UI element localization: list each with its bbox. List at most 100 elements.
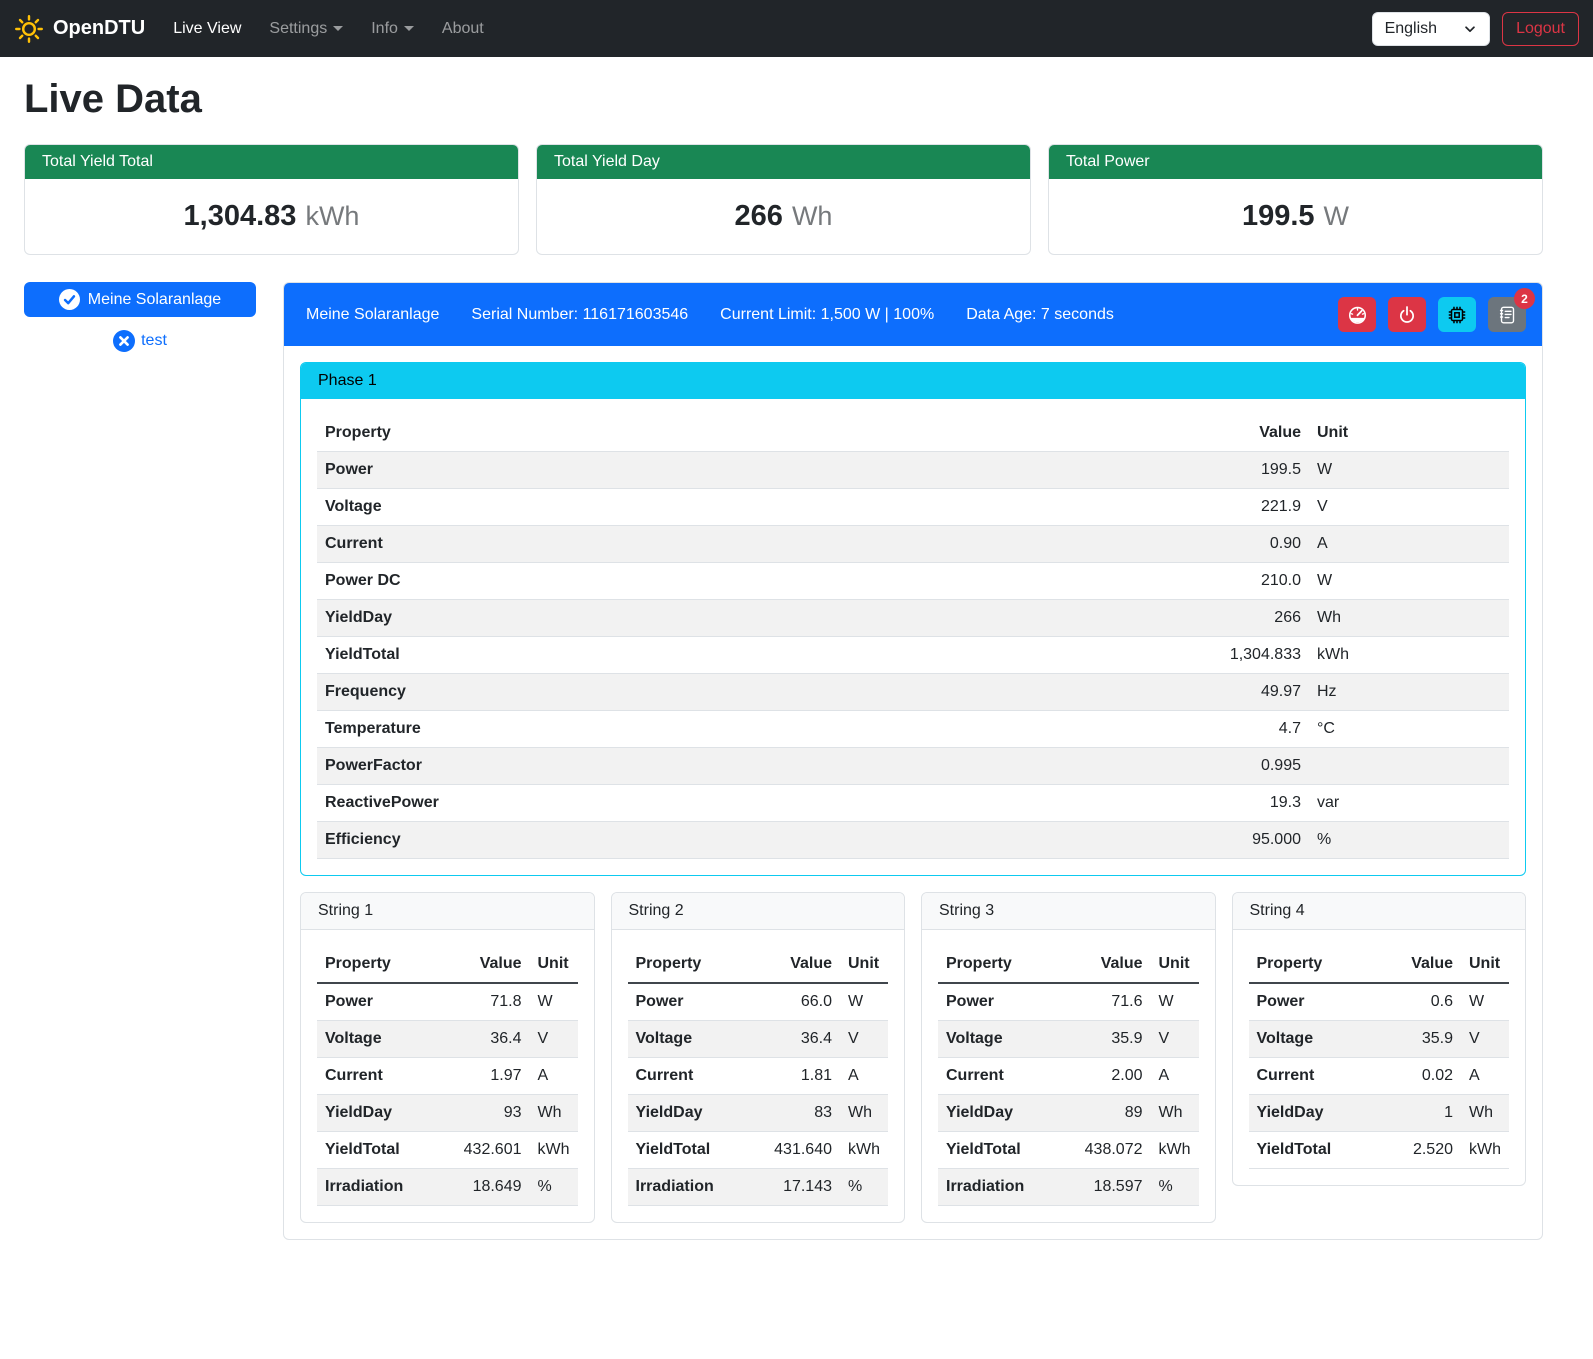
- property-cell: Current: [628, 1058, 757, 1095]
- property-cell: Power: [317, 452, 1179, 489]
- property-cell: Power DC: [317, 563, 1179, 600]
- column-header-property: Property: [1249, 946, 1378, 983]
- unit-cell: kWh: [1151, 1132, 1199, 1169]
- value-cell: 18.597: [1067, 1169, 1151, 1206]
- summary-cards-row: Total Yield Total 1,304.83 kWh Total Yie…: [24, 144, 1543, 255]
- string-data-table: PropertyValueUnitPower0.6WVoltage35.9VCu…: [1249, 946, 1510, 1169]
- chevron-down-icon: [333, 26, 343, 31]
- power-button[interactable]: [1388, 297, 1426, 332]
- value-cell: 0.90: [1179, 526, 1309, 563]
- inverter-list-sidebar: Meine Solaranlage test: [24, 282, 256, 352]
- property-cell: Power: [1249, 983, 1378, 1021]
- nav-item-live-view[interactable]: Live View: [159, 12, 255, 46]
- card-title: Total Yield Total: [25, 145, 518, 179]
- value-cell: 17.143: [756, 1169, 840, 1206]
- unit-cell: Hz: [1309, 674, 1509, 711]
- value-cell: 4.7: [1179, 711, 1309, 748]
- string-data-table: PropertyValueUnitPower71.6WVoltage35.9VC…: [938, 946, 1199, 1206]
- string-panel-body: PropertyValueUnitPower66.0WVoltage36.4VC…: [612, 930, 905, 1222]
- property-cell: Current: [317, 526, 1179, 563]
- table-header-row: PropertyValueUnit: [317, 946, 578, 983]
- chevron-down-icon: [1463, 22, 1477, 36]
- property-cell: Voltage: [317, 1021, 446, 1058]
- card-title: Total Power: [1049, 145, 1542, 179]
- unit-cell: %: [530, 1169, 578, 1206]
- property-cell: Voltage: [938, 1021, 1067, 1058]
- string-panel-1: String 1PropertyValueUnitPower71.8WVolta…: [300, 892, 595, 1223]
- column-header-unit: Unit: [1151, 946, 1199, 983]
- property-cell: Irradiation: [628, 1169, 757, 1206]
- table-row: Power71.8W: [317, 983, 578, 1021]
- property-cell: Power: [628, 983, 757, 1021]
- unit-cell: Wh: [530, 1095, 578, 1132]
- event-log-button[interactable]: 2: [1488, 297, 1526, 332]
- power-icon: [1397, 305, 1417, 325]
- property-cell: Power: [938, 983, 1067, 1021]
- nav-item-label: Info: [371, 20, 398, 37]
- phase-panel: Phase 1 Property Value Unit Power199.5WV…: [300, 362, 1526, 876]
- limit-settings-button[interactable]: [1338, 297, 1376, 332]
- table-row: Power DC210.0W: [317, 563, 1509, 600]
- nav-item-info[interactable]: Info: [357, 12, 428, 46]
- property-cell: Efficiency: [317, 822, 1179, 859]
- table-row: YieldDay89Wh: [938, 1095, 1199, 1132]
- table-row: Voltage36.4V: [628, 1021, 889, 1058]
- column-header-unit: Unit: [1461, 946, 1509, 983]
- table-row: Power199.5W: [317, 452, 1509, 489]
- column-header-value: Value: [1377, 946, 1461, 983]
- nav-item-settings[interactable]: Settings: [255, 12, 357, 46]
- card-unit: W: [1324, 201, 1349, 232]
- value-cell: 431.640: [756, 1132, 840, 1169]
- value-cell: 93: [446, 1095, 530, 1132]
- unit-cell: kWh: [530, 1132, 578, 1169]
- table-row: Voltage35.9V: [1249, 1021, 1510, 1058]
- nav-item-about[interactable]: About: [428, 12, 498, 46]
- brand-link[interactable]: OpenDTU: [14, 14, 145, 44]
- table-row: Frequency49.97Hz: [317, 674, 1509, 711]
- property-cell: YieldDay: [317, 1095, 446, 1132]
- value-cell: 71.8: [446, 983, 530, 1021]
- string-panel-title: String 3: [922, 893, 1215, 930]
- table-row: YieldTotal438.072kWh: [938, 1132, 1199, 1169]
- property-cell: YieldDay: [317, 600, 1179, 637]
- inverter-select-button[interactable]: Meine Solaranlage: [24, 282, 256, 317]
- value-cell: 1,304.833: [1179, 637, 1309, 674]
- string-table-body: Power71.6WVoltage35.9VCurrent2.00AYieldD…: [938, 983, 1199, 1206]
- value-cell: 266: [1179, 600, 1309, 637]
- inverter-card-body: Phase 1 Property Value Unit Power199.5WV…: [284, 346, 1542, 1239]
- value-cell: 83: [756, 1095, 840, 1132]
- table-row: Irradiation18.597%: [938, 1169, 1199, 1206]
- string-panel-body: PropertyValueUnitPower71.6WVoltage35.9VC…: [922, 930, 1215, 1222]
- unit-cell: W: [1151, 983, 1199, 1021]
- unit-cell: W: [840, 983, 888, 1021]
- string-panel-body: PropertyValueUnitPower71.8WVoltage36.4VC…: [301, 930, 594, 1222]
- string-panel-title: String 4: [1233, 893, 1526, 930]
- phase-panel-body: Property Value Unit Power199.5WVoltage22…: [301, 399, 1525, 875]
- language-select[interactable]: English: [1372, 12, 1490, 46]
- unit-cell: var: [1309, 785, 1509, 822]
- unit-cell: %: [1309, 822, 1509, 859]
- inverter-item-label: test: [141, 332, 167, 350]
- card-total-yield-day: Total Yield Day 266 Wh: [536, 144, 1031, 255]
- unit-cell: A: [1461, 1058, 1509, 1095]
- value-cell: 35.9: [1377, 1021, 1461, 1058]
- property-cell: YieldTotal: [317, 637, 1179, 674]
- navbar-right: English Logout: [1372, 12, 1579, 46]
- inverter-item-test[interactable]: test: [113, 330, 167, 352]
- table-row: Current1.97A: [317, 1058, 578, 1095]
- value-cell: 35.9: [1067, 1021, 1151, 1058]
- column-header-property: Property: [628, 946, 757, 983]
- value-cell: 1.81: [756, 1058, 840, 1095]
- table-header-row: PropertyValueUnit: [628, 946, 889, 983]
- property-cell: YieldDay: [628, 1095, 757, 1132]
- logout-button[interactable]: Logout: [1502, 12, 1579, 46]
- property-cell: Current: [317, 1058, 446, 1095]
- restart-button[interactable]: [1438, 297, 1476, 332]
- table-row: Irradiation17.143%: [628, 1169, 889, 1206]
- unit-cell: %: [1151, 1169, 1199, 1206]
- property-cell: YieldDay: [1249, 1095, 1378, 1132]
- property-cell: Voltage: [317, 489, 1179, 526]
- x-circle-icon: [113, 330, 135, 352]
- value-cell: 0.02: [1377, 1058, 1461, 1095]
- speedometer-icon: [1347, 304, 1368, 325]
